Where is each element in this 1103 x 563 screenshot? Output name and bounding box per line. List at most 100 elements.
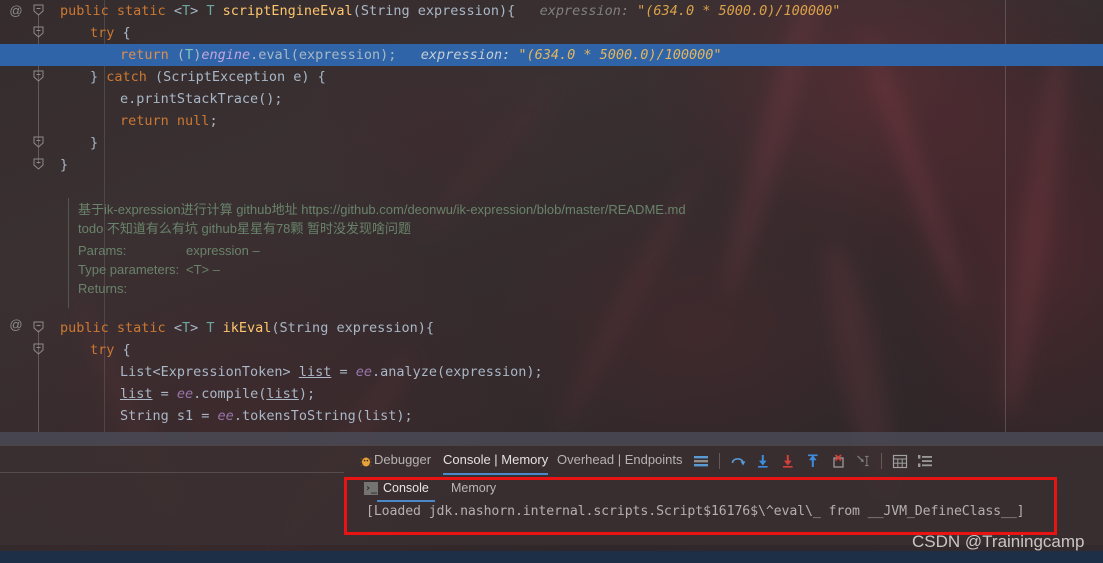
code-token: ikEval (222, 320, 272, 336)
code-token: < (173, 3, 182, 19)
console-output-line: [Loaded jdk.nashorn.internal.scripts.Scr… (366, 504, 1025, 519)
code-token: ; (209, 113, 218, 129)
code-token: null (176, 113, 210, 129)
status-bar (0, 551, 1103, 563)
tab-console-memory[interactable]: Console | Memory (443, 445, 549, 475)
code-line[interactable]: list = ee.compile(list); (0, 383, 1103, 405)
code-line[interactable]: try { (0, 22, 1103, 44)
javadoc-params-row: Params: expression – (78, 241, 698, 260)
code-token: } (60, 157, 69, 173)
code-token: String s1 = (120, 408, 218, 424)
code-token: ee (176, 386, 194, 402)
code-token: catch (106, 69, 147, 85)
code-line[interactable]: } (0, 154, 1103, 176)
code-token: e.printStackTrace(); (120, 91, 283, 107)
subtab-console[interactable]: Console (377, 478, 435, 502)
code-token: static (116, 320, 174, 336)
code-token: ( (168, 47, 186, 63)
javadoc-params-value: expression – (186, 243, 260, 258)
code-line-text: } (60, 154, 68, 176)
code-line-text: list = ee.compile(list); (120, 383, 315, 405)
javadoc-returns-label: Returns: (78, 281, 128, 296)
code-editor[interactable]: @ @ public static <T> T scriptEngineEval… (0, 0, 1103, 432)
code-line-text: return (T)engine.eval(expression); expre… (120, 44, 722, 66)
code-token: try (90, 25, 115, 41)
code-token: list (266, 386, 299, 402)
code-token: return (120, 113, 169, 129)
code-token: engine (201, 47, 251, 63)
drop-frame-icon[interactable] (827, 450, 849, 472)
code-token: T (206, 3, 215, 19)
code-token: < (173, 320, 182, 336)
inline-parameter-hint-label: expression: (396, 47, 519, 63)
panel-splitter[interactable] (0, 432, 1103, 445)
settings-list-icon[interactable] (914, 450, 936, 472)
code-token: > (190, 320, 207, 336)
inline-parameter-hint-value: "(634.0 * 5000.0)/100000" (637, 3, 841, 19)
javadoc-left-bar (68, 198, 69, 308)
toolbar-separator (881, 453, 882, 469)
code-token: T (185, 47, 194, 63)
code-line[interactable]: e.printStackTrace(); (0, 88, 1103, 110)
code-line[interactable]: return (T)engine.eval(expression); expre… (0, 44, 1103, 66)
step-over-icon[interactable] (727, 450, 749, 472)
tab-overhead-endpoints[interactable]: Overhead | Endpoints (557, 445, 683, 475)
code-token: T (181, 320, 191, 336)
console-prompt-icon: ›_ (364, 482, 378, 495)
javadoc-description: 基于ik-expression进行计算 github地址 https://git… (78, 202, 686, 236)
code-token: } (90, 135, 99, 151)
code-token: .analyze(expression); (371, 364, 543, 380)
ide-window: @ @ public static <T> T scriptEngineEval… (0, 0, 1103, 563)
debugger-toolbar[interactable] (690, 449, 936, 473)
code-token: List<ExpressionToken> (120, 364, 299, 380)
code-line-text: public static <T> T scriptEngineEval(Str… (60, 0, 840, 22)
code-line[interactable]: List<ExpressionToken> list = ee.analyze(… (0, 361, 1103, 383)
code-token: try (90, 342, 115, 358)
code-token: (ScriptException e) { (146, 69, 326, 85)
code-line[interactable]: public static <T> T ikEval(String expres… (0, 317, 1103, 339)
code-line[interactable]: String s1 = ee.tokensToString(list); (0, 405, 1103, 427)
code-token: { (114, 25, 131, 41)
code-line[interactable]: return null; (0, 110, 1103, 132)
subtab-memory[interactable]: Memory (451, 478, 496, 500)
code-token: scriptEngineEval (222, 3, 353, 19)
code-line-text: try { (90, 22, 131, 44)
code-token: .eval(expression); (250, 47, 397, 63)
step-out-icon[interactable] (802, 450, 824, 472)
code-line[interactable]: } catch (ScriptException e) { (0, 66, 1103, 88)
code-line-text: try { (90, 339, 131, 361)
evaluate-expression-icon[interactable] (889, 450, 911, 472)
toolbar-separator (719, 453, 720, 469)
code-line[interactable]: try { (0, 339, 1103, 361)
layout-icon[interactable] (690, 450, 712, 472)
code-line[interactable]: } (0, 132, 1103, 154)
code-line-text: return null; (120, 110, 218, 132)
code-line-text: public static <T> T ikEval(String expres… (60, 317, 434, 339)
code-token: = (331, 364, 356, 380)
force-step-into-icon[interactable] (777, 450, 799, 472)
code-line-text: } (90, 132, 98, 154)
javadoc-type-params-label: Type parameters: (78, 262, 180, 277)
code-token: list (120, 386, 153, 402)
code-token: = (152, 386, 177, 402)
debug-tabbar[interactable]: Debugger Console | Memory Overhead | End… (0, 445, 1103, 475)
run-to-cursor-icon[interactable] (852, 450, 874, 472)
code-line-text: e.printStackTrace(); (120, 88, 283, 110)
code-token: public (60, 3, 117, 19)
code-token: return (120, 47, 169, 63)
code-token: public (60, 320, 117, 336)
code-token: ee (355, 364, 372, 380)
code-line[interactable]: public static <T> T scriptEngineEval(Str… (0, 0, 1103, 22)
inline-parameter-hint-label: expression: (515, 3, 638, 19)
tab-debugger[interactable]: Debugger (374, 445, 431, 475)
step-into-icon[interactable] (752, 450, 774, 472)
javadoc-type-params-row: Type parameters: <T> – (78, 260, 698, 279)
watermark-text: CSDN @Trainingcamp (912, 532, 1085, 551)
code-token: .tokensToString(list); (233, 408, 413, 424)
code-token: ); (298, 386, 316, 402)
code-token: static (116, 3, 174, 19)
code-token: T (181, 3, 191, 19)
